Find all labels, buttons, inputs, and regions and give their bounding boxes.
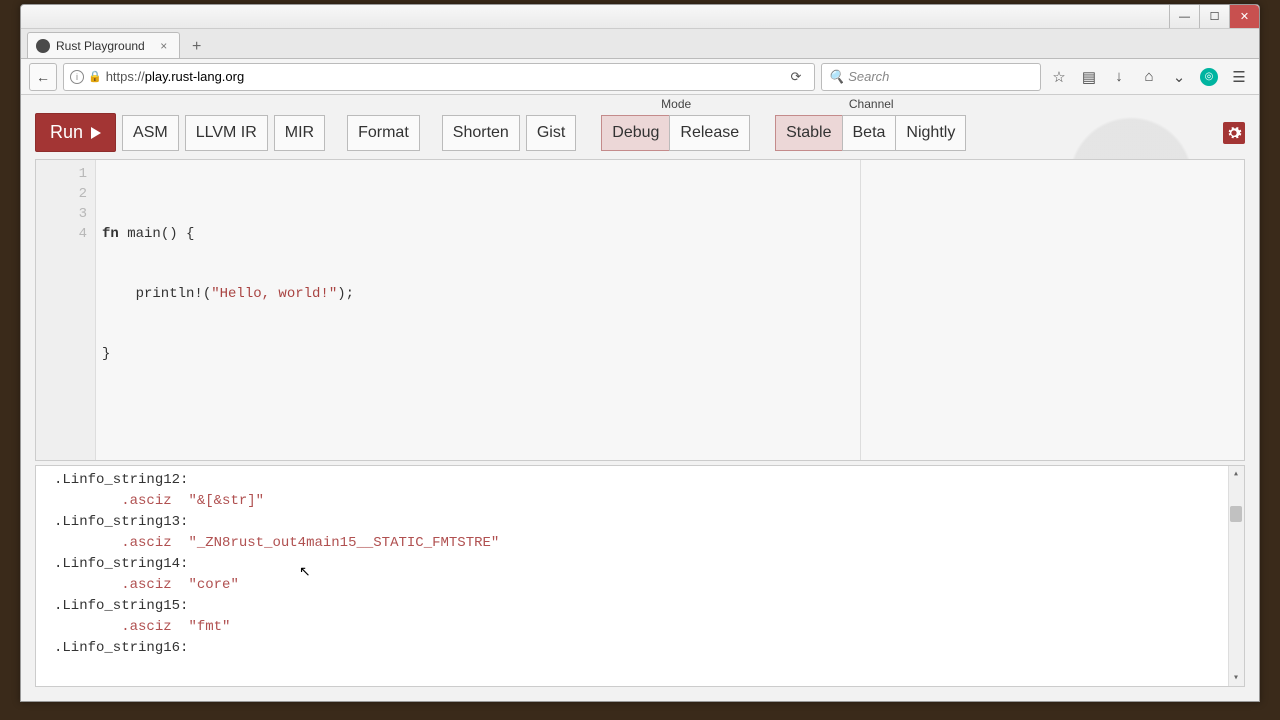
code-token: fn <box>102 226 119 242</box>
gist-button[interactable]: Gist <box>526 115 576 151</box>
mode-debug-button[interactable]: Debug <box>601 115 670 151</box>
scroll-down-icon[interactable]: ▾ <box>1228 670 1244 686</box>
scroll-thumb[interactable] <box>1230 506 1242 522</box>
mode-release-button[interactable]: Release <box>669 115 750 151</box>
close-button[interactable]: ✕ <box>1229 5 1259 28</box>
output-scrollbar[interactable]: ▴ ▾ <box>1228 466 1244 686</box>
menu-icon[interactable]: ☰ <box>1227 65 1251 89</box>
code-token: main() { <box>119 226 195 242</box>
shorten-button[interactable]: Shorten <box>442 115 520 151</box>
search-field[interactable]: 🔍 Search <box>821 63 1041 91</box>
output-line: .asciz "core" <box>54 575 1226 596</box>
tab-strip: Rust Playground × + <box>21 29 1259 59</box>
channel-group: Channel Stable Beta Nightly <box>776 115 966 151</box>
new-tab-button[interactable]: + <box>186 36 208 58</box>
asm-button[interactable]: ASM <box>122 115 179 151</box>
tab-title: Rust Playground <box>56 39 145 53</box>
channel-label: Channel <box>776 97 966 111</box>
output-content[interactable]: .Linfo_string12: .asciz "&[&str]".Linfo_… <box>36 466 1244 663</box>
line-number: 4 <box>36 224 87 244</box>
mir-button[interactable]: MIR <box>274 115 325 151</box>
titlebar: — ☐ ✕ <box>21 5 1259 29</box>
mode-group: Mode Debug Release <box>602 115 750 151</box>
channel-stable-button[interactable]: Stable <box>775 115 842 151</box>
search-placeholder: Search <box>848 69 889 84</box>
code-token: } <box>102 346 110 362</box>
tab-close-icon[interactable]: × <box>157 39 171 53</box>
code-area[interactable]: fn main() { println!("Hello, world!"); } <box>96 160 1244 460</box>
line-number: 2 <box>36 184 87 204</box>
downloads-icon[interactable]: ↓ <box>1107 65 1131 89</box>
playground-toolbar: Run ASM LLVM IR MIR Format Shorten Gist … <box>35 113 1245 152</box>
site-info-icon[interactable]: i <box>70 70 84 84</box>
address-field[interactable]: i 🔒 https://play.rust-lang.org ⟳ <box>63 63 815 91</box>
line-number: 3 <box>36 204 87 224</box>
code-token: "Hello, world!" <box>211 286 337 302</box>
run-label: Run <box>50 122 83 143</box>
code-token: println!( <box>102 286 211 302</box>
line-gutter: 1 2 3 4 <box>36 160 96 460</box>
mode-label: Mode <box>602 97 750 111</box>
reload-button[interactable]: ⟳ <box>784 69 808 85</box>
output-panel: .Linfo_string12: .asciz "&[&str]".Linfo_… <box>35 465 1245 687</box>
back-button[interactable]: ← <box>29 63 57 91</box>
page-content: Run ASM LLVM IR MIR Format Shorten Gist … <box>21 95 1259 701</box>
run-button[interactable]: Run <box>35 113 116 152</box>
url-bar: ← i 🔒 https://play.rust-lang.org ⟳ 🔍 Sea… <box>21 59 1259 95</box>
pocket-icon[interactable]: ⌄ <box>1167 65 1191 89</box>
home-icon[interactable]: ⌂ <box>1137 65 1161 89</box>
settings-gear-icon[interactable] <box>1223 122 1245 144</box>
library-icon[interactable]: ▤ <box>1077 65 1101 89</box>
column-ruler <box>860 160 861 460</box>
output-line: .asciz "_ZN8rust_out4main15__STATIC_FMTS… <box>54 533 1226 554</box>
output-line: .Linfo_string16: <box>54 638 1226 659</box>
favicon-icon <box>36 39 50 53</box>
code-token: ); <box>337 286 354 302</box>
url-text: https://play.rust-lang.org <box>106 69 245 84</box>
code-editor[interactable]: 1 2 3 4 fn main() { println!("Hello, wor… <box>35 159 1245 461</box>
browser-window: — ☐ ✕ Rust Playground × + ← i 🔒 https://… <box>20 4 1260 702</box>
line-number: 1 <box>36 164 87 184</box>
format-button[interactable]: Format <box>347 115 420 151</box>
output-line: .asciz "fmt" <box>54 617 1226 638</box>
lock-icon: 🔒 <box>88 70 102 83</box>
bookmark-star-icon[interactable]: ☆ <box>1047 65 1071 89</box>
scroll-up-icon[interactable]: ▴ <box>1228 466 1244 482</box>
channel-beta-button[interactable]: Beta <box>842 115 897 151</box>
output-line: .asciz "&[&str]" <box>54 491 1226 512</box>
url-host: play.rust-lang.org <box>145 69 244 84</box>
addon-icon[interactable]: ◎ <box>1197 65 1221 89</box>
search-icon: 🔍 <box>828 69 844 85</box>
output-line: .Linfo_string15: <box>54 596 1226 617</box>
output-line: .Linfo_string12: <box>54 470 1226 491</box>
url-scheme: https:// <box>106 69 145 84</box>
channel-nightly-button[interactable]: Nightly <box>895 115 966 151</box>
output-line: .Linfo_string14: <box>54 554 1226 575</box>
minimize-button[interactable]: — <box>1169 5 1199 28</box>
output-line: .Linfo_string13: <box>54 512 1226 533</box>
browser-tab[interactable]: Rust Playground × <box>27 32 180 58</box>
llvm-ir-button[interactable]: LLVM IR <box>185 115 268 151</box>
play-icon <box>91 127 101 139</box>
maximize-button[interactable]: ☐ <box>1199 5 1229 28</box>
